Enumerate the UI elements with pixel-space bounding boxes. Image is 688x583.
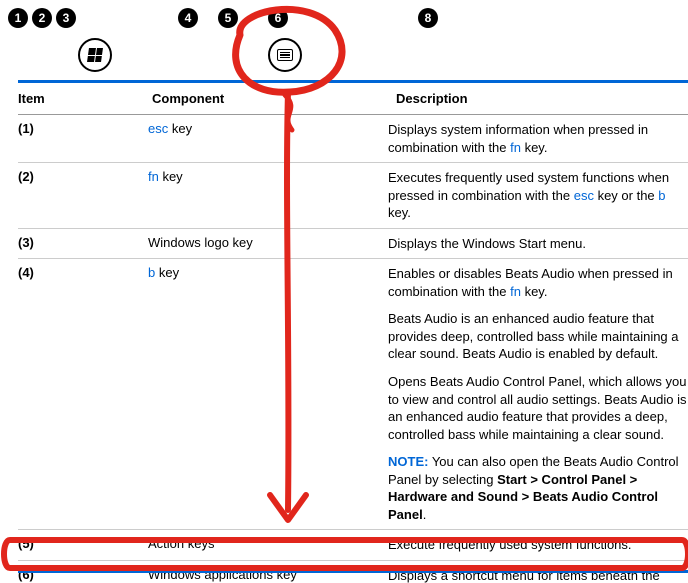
cell-description: Execute frequently used system functions… <box>388 536 688 554</box>
note-label: NOTE: <box>388 454 428 469</box>
table-row: (3) Windows logo key Displays the Window… <box>18 229 688 260</box>
cell-description: Executes frequently used system function… <box>388 169 688 222</box>
table-row: (2) fn key Executes frequently used syst… <box>18 163 688 229</box>
fn-link[interactable]: fn <box>510 140 521 155</box>
header-description: Description <box>396 83 688 114</box>
header-component: Component <box>152 83 396 114</box>
cell-item: (5) <box>18 536 148 554</box>
fn-link[interactable]: fn <box>148 169 159 184</box>
table-row: (5) Action keys Execute frequently used … <box>18 530 688 561</box>
fn-link[interactable]: fn <box>510 284 521 299</box>
context-menu-icon <box>277 49 293 61</box>
cell-component: Windows logo key <box>148 235 388 253</box>
cell-item: (1) <box>18 121 148 156</box>
cell-description: Displays system information when pressed… <box>388 121 688 156</box>
component-table: Item Component Description (1) esc key D… <box>18 80 688 583</box>
cell-description: Enables or disables Beats Audio when pre… <box>388 265 688 523</box>
callout-badge-1: 1 <box>8 8 28 28</box>
applications-key-icon <box>268 38 302 72</box>
callout-badge-3: 3 <box>56 8 76 28</box>
keyboard-callout-strip: 1 2 3 4 5 6 8 <box>8 8 688 68</box>
cell-component: Action keys <box>148 536 388 554</box>
cell-item: (4) <box>18 265 148 523</box>
table-row: (4) b key Enables or disables Beats Audi… <box>18 259 688 530</box>
callout-badge-4: 4 <box>178 8 198 28</box>
table-bottom-rule <box>18 570 688 573</box>
callout-badge-2: 2 <box>32 8 52 28</box>
esc-link[interactable]: esc <box>574 188 594 203</box>
table-row: (1) esc key Displays system information … <box>18 115 688 163</box>
windows-flag-icon <box>87 48 103 62</box>
header-item: Item <box>18 83 152 114</box>
cell-component: esc key <box>148 121 388 156</box>
callout-badge-6: 6 <box>268 8 288 28</box>
callout-badge-5: 5 <box>218 8 238 28</box>
cell-description: Displays the Windows Start menu. <box>388 235 688 253</box>
windows-logo-key-icon <box>78 38 112 72</box>
cell-component: fn key <box>148 169 388 222</box>
b-link[interactable]: b <box>658 188 665 203</box>
table-header-row: Item Component Description <box>18 83 688 115</box>
cell-item: (3) <box>18 235 148 253</box>
cell-component: b key <box>148 265 388 523</box>
callout-badge-8: 8 <box>418 8 438 28</box>
esc-link[interactable]: esc <box>148 121 168 136</box>
cell-item: (2) <box>18 169 148 222</box>
